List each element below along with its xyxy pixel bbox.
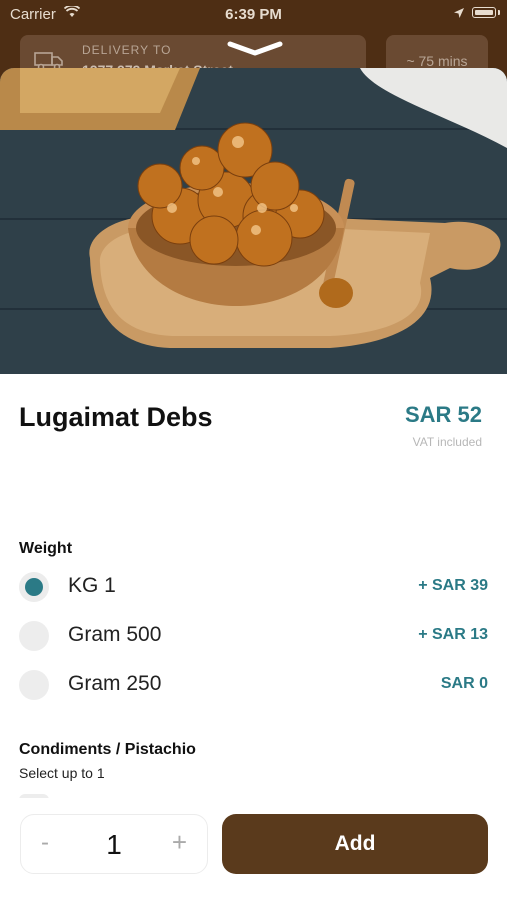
weight-option-gram250[interactable]: Gram 250 SAR 0 xyxy=(0,664,507,708)
eta-text: ~ 75 mins xyxy=(406,53,468,69)
status-bar: Carrier 6:39 PM xyxy=(0,0,507,28)
radio-unselected[interactable] xyxy=(19,670,49,700)
item-name: Lugaimat Debs xyxy=(19,402,213,432)
battery-tip xyxy=(498,10,500,15)
condiments-subtitle: Select up to 1 xyxy=(19,765,105,781)
vat-note: VAT included xyxy=(412,435,482,449)
option-price: + SAR 13 xyxy=(418,626,488,643)
weight-option-kg1[interactable]: KG 1 + SAR 39 xyxy=(0,566,507,610)
radio-unselected[interactable] xyxy=(19,621,49,651)
item-photo xyxy=(0,68,507,374)
option-price: + SAR 39 xyxy=(418,577,488,594)
weight-section-title: Weight xyxy=(19,540,73,557)
radio-selected[interactable] xyxy=(19,572,49,602)
condiments-section-title: Condiments / Pistachio xyxy=(19,741,196,758)
status-time: 6:39 PM xyxy=(225,6,282,23)
weight-option-gram500[interactable]: Gram 500 + SAR 13 xyxy=(0,615,507,659)
option-price: SAR 0 xyxy=(440,675,488,692)
bottom-action-bar: - 1 + Add xyxy=(0,798,507,900)
option-label: Gram 500 xyxy=(68,623,162,646)
increment-button[interactable]: + xyxy=(172,827,187,858)
option-label: Gram 250 xyxy=(68,672,162,695)
option-label: KG 1 xyxy=(68,574,116,597)
delivery-label: DELIVERY TO xyxy=(82,43,172,57)
location-arrow-icon xyxy=(454,8,464,18)
food-illustration xyxy=(0,68,507,374)
quantity-stepper: - 1 + xyxy=(20,814,208,874)
battery-icon xyxy=(472,7,496,18)
dismiss-chevron-icon[interactable] xyxy=(226,40,284,56)
item-price: SAR 52 xyxy=(404,402,482,427)
add-to-cart-button[interactable]: Add xyxy=(222,814,488,874)
